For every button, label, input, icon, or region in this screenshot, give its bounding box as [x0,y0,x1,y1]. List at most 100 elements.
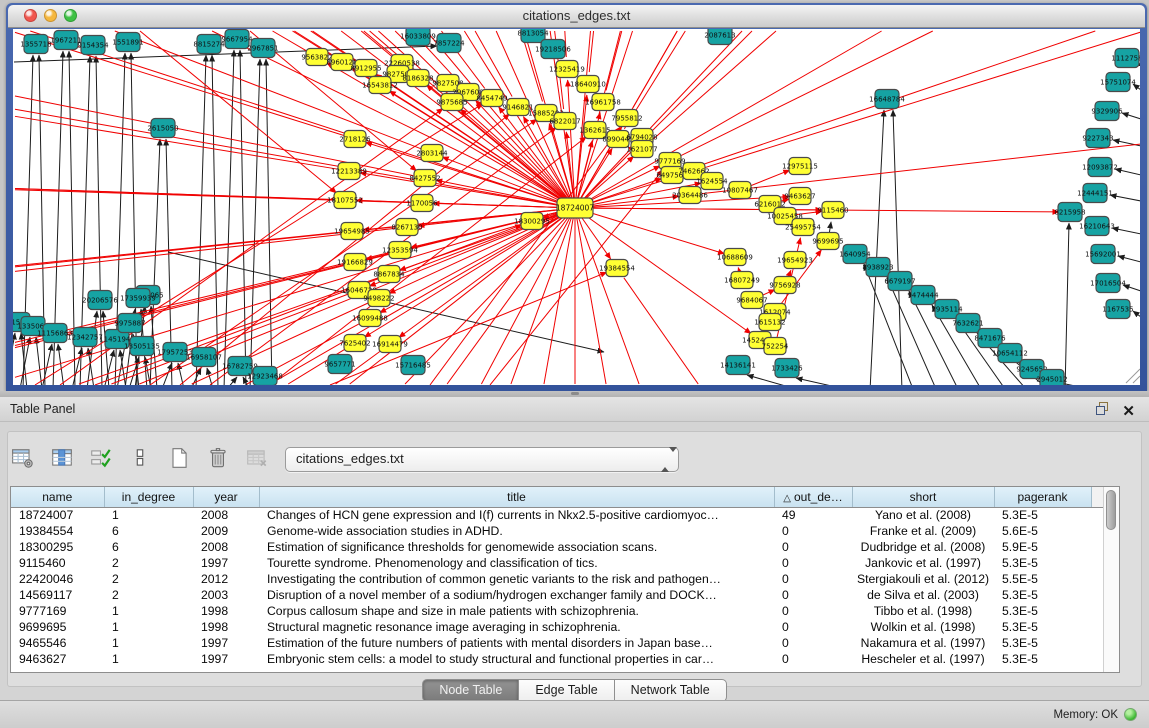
graph-hub-node[interactable]: 18724007 [556,198,594,218]
graph-node[interactable]: 16099488 [352,310,388,327]
scrollbar-thumb[interactable] [1106,490,1116,530]
table-settings-icon[interactable] [8,444,38,472]
table-row[interactable]: 1938455462009Genome-wide association stu… [11,523,1104,539]
column-header-outde[interactable]: △out_de… [774,487,852,507]
graph-node[interactable]: 16914479 [372,336,408,353]
column-header-year[interactable]: year [193,487,259,507]
splitter-handle-icon[interactable] [571,392,579,395]
graph-node[interactable]: 2967851 [247,39,278,58]
graph-node[interactable]: 8427552 [409,170,440,187]
graph-node[interactable]: 12975115 [782,158,818,175]
graph-node[interactable]: 1112758 [1111,49,1140,68]
graph-nodes[interactable]: 1355718196721191543541551891881527496679… [13,29,1140,385]
network-window-titlebar[interactable]: citations_edges.txt [8,5,1145,28]
graph-node[interactable]: 9463627 [784,188,815,205]
graph-node[interactable]: 6822017 [549,113,580,130]
delete-table-icon[interactable] [203,444,233,472]
graph-node[interactable]: 12444151 [1077,184,1113,203]
column-header-short[interactable]: short [852,487,994,507]
table-row[interactable]: 2242004622012Investigating the contribut… [11,571,1104,587]
graph-node[interactable]: 16210643 [1079,217,1115,236]
graph-node[interactable]: 15716485 [395,356,431,375]
graph-node[interactable]: 16033809 [400,29,436,46]
graph-node[interactable]: 7955812 [611,110,642,127]
graph-node[interactable]: 1615132 [754,314,785,331]
graph-node[interactable]: 12353594 [382,242,418,259]
tab-edge-table[interactable]: Edge Table [519,679,614,702]
graph-node[interactable]: 15751074 [1100,73,1136,92]
graph-node[interactable]: 8215958 [1054,203,1085,222]
graph-node[interactable]: 7625402 [339,335,370,352]
graph-node[interactable]: 14136141 [720,356,756,375]
table-row[interactable]: 969969511998Structural magnetic resonanc… [11,619,1104,635]
graph-node[interactable]: 2087613 [704,29,735,45]
resize-grip-icon[interactable] [1126,369,1140,383]
graph-node[interactable]: 20206576 [82,291,118,310]
column-header-pagerank[interactable]: pagerank [994,487,1091,507]
graph-node[interactable]: 8186328 [402,70,433,87]
table-row[interactable]: 911546021997Tourette syndrome. Phenomeno… [11,555,1104,571]
table-row[interactable]: 1872400712008Changes of HCN gene express… [11,507,1104,523]
float-panel-icon[interactable] [1095,401,1110,421]
graph-node[interactable]: 1733426 [771,359,803,378]
merge-rows-icon[interactable] [125,444,155,472]
table-row[interactable]: 1456911722003Disruption of a novel membe… [11,587,1104,603]
graph-node[interactable]: 9875685 [436,94,467,111]
new-table-icon[interactable] [164,444,194,472]
graph-node[interactable]: 10688609 [717,249,753,266]
graph-node[interactable]: 1167535 [1102,300,1133,319]
graph-node[interactable]: 7857224 [433,34,465,53]
show-columns-icon[interactable] [47,444,77,472]
graph-node[interactable]: 12093872 [1082,158,1118,177]
column-header-indegree[interactable]: in_degree [104,487,193,507]
graph-node[interactable]: 16961758 [585,94,621,111]
graph-node[interactable]: 9329906 [1091,102,1123,121]
graph-node[interactable]: 2718126 [339,131,371,148]
graph-node[interactable]: 9975887 [114,314,145,333]
table-row[interactable]: 1830029562008Estimation of significance … [11,539,1104,555]
tab-network-table[interactable]: Network Table [615,679,727,702]
graph-node[interactable]: 8815274 [193,35,225,54]
graph-node[interactable]: 9115460 [817,202,848,219]
graph-node[interactable]: 9227343 [1082,129,1113,148]
graph-node[interactable]: 9684067 [736,292,767,309]
table-selector-dropdown[interactable]: citations_edges.txt [285,447,679,472]
graph-node[interactable]: 9657771 [324,355,355,374]
graph-node[interactable]: 1355718 [20,35,51,54]
graph-node[interactable]: 19654985 [334,223,370,240]
graph-node[interactable]: 15692001 [1085,245,1121,264]
table-row[interactable]: 946362711997Embryonic stem cells: a mode… [11,651,1104,667]
graph-node[interactable]: 18107552 [327,192,363,209]
column-header-title[interactable]: title [259,487,774,507]
graph-node[interactable]: 9154354 [77,36,109,55]
graph-node[interactable]: 8267130 [391,219,422,236]
graph-node[interactable]: 19384554 [599,260,635,277]
graph-node[interactable]: 19654923 [777,252,813,269]
graph-node[interactable]: 16648784 [869,90,905,109]
graph-node[interactable]: 2945012 [1036,370,1067,386]
graph-node[interactable]: 9699695 [812,233,843,250]
graph-node[interactable]: 17016504 [1090,274,1126,293]
graph-node[interactable]: 8867834 [373,266,405,283]
graph-node[interactable]: 18640910 [570,76,606,93]
graph-node[interactable]: 8912955 [350,60,381,77]
tab-node-table[interactable]: Node Table [422,679,519,702]
citation-network-graph[interactable]: 1355718196721191543541551891881527496679… [13,29,1140,385]
graph-node[interactable]: 1551891 [112,33,143,52]
table-row[interactable]: 946554611997Estimation of the future num… [11,635,1104,651]
graph-node[interactable]: 9756928 [769,277,800,294]
graph-node[interactable]: 9498222 [363,290,394,307]
close-panel-icon[interactable]: ✕ [1122,404,1135,419]
graph-node[interactable]: 1170056 [406,195,438,212]
graph-node[interactable]: 9474444 [907,286,939,305]
select-rows-icon[interactable] [86,444,116,472]
graph-node[interactable]: 16807249 [724,272,760,289]
vertical-scrollbar[interactable] [1103,487,1119,672]
column-header-name[interactable]: name [11,487,104,507]
graph-node[interactable]: 2615050 [147,119,178,138]
graph-node[interactable]: 2803144 [416,145,448,162]
graph-node[interactable]: 1621077 [626,141,657,158]
network-canvas[interactable]: 1355718196721191543541551891881527496679… [13,29,1140,385]
table-row[interactable]: 977716911998Corpus callosum shape and si… [11,603,1104,619]
graph-node[interactable]: 752254 [762,338,789,355]
